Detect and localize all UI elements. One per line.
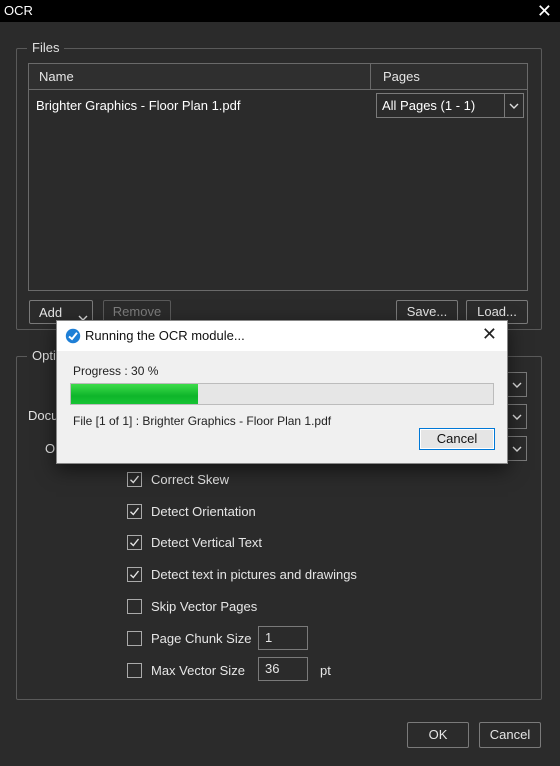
title-bar: OCR ✕ (0, 0, 560, 22)
checkbox-unchecked[interactable] (127, 599, 142, 614)
ok-button-label: OK (428, 727, 448, 742)
progress-dialog: Running the OCR module... ✕ Progress : 3… (56, 320, 508, 464)
option-label: Max Vector Size (151, 663, 245, 678)
progress-cancel-button[interactable]: Cancel (419, 428, 495, 450)
option-label: Skip Vector Pages (151, 599, 258, 614)
file-row-name[interactable]: Brighter Graphics - Floor Plan 1.pdf (36, 98, 240, 113)
option-label: Page Chunk Size (151, 631, 252, 646)
close-icon[interactable]: ✕ (537, 0, 552, 22)
chevron-down-icon (507, 405, 526, 428)
files-legend: Files (27, 40, 65, 55)
progress-dialog-title: Running the OCR module... (85, 328, 245, 343)
load-button-label: Load... (477, 304, 517, 319)
pages-select-value: All Pages (1 - 1) (382, 98, 476, 113)
pages-select[interactable]: All Pages (1 - 1) (376, 93, 524, 118)
option-label: Correct Skew (151, 472, 230, 487)
chevron-down-icon (504, 94, 523, 117)
checkbox-checked[interactable] (127, 472, 142, 487)
progress-text: Progress : 30 % (73, 364, 159, 378)
chevron-down-icon (507, 437, 526, 460)
option-label: Detect text in pictures and drawings (151, 567, 357, 582)
progress-file-text: File [1 of 1] : Brighter Graphics - Floo… (73, 414, 332, 428)
chevron-down-icon (507, 373, 526, 396)
document-label: Docu (28, 408, 59, 423)
checkbox-unchecked[interactable] (127, 663, 142, 678)
cancel-button-label: Cancel (489, 727, 531, 742)
output-label: O (45, 441, 56, 456)
max-vector-size-unit: pt (320, 663, 331, 678)
page-chunk-size-input[interactable]: 1 (258, 626, 308, 650)
checkbox-checked[interactable] (127, 567, 142, 582)
progress-bar-fill (71, 384, 198, 404)
files-table: Name Pages Brighter Graphics - Floor Pla… (28, 63, 528, 291)
checkbox-checked[interactable] (127, 504, 142, 519)
column-divider[interactable] (370, 64, 371, 89)
add-button-label: Add (39, 305, 63, 320)
save-button-label: Save... (406, 304, 448, 319)
column-header-pages[interactable]: Pages (383, 69, 420, 84)
close-icon[interactable]: ✕ (482, 324, 497, 345)
table-header: Name Pages (29, 64, 527, 90)
column-header-name[interactable]: Name (39, 69, 74, 84)
option-label: Detect Orientation (151, 504, 256, 519)
remove-button-label: Remove (112, 304, 162, 319)
progress-dialog-titlebar: Running the OCR module... ✕ (57, 321, 507, 351)
cancel-button[interactable]: Cancel (479, 722, 541, 748)
option-label: Detect Vertical Text (151, 535, 263, 550)
checkbox-unchecked[interactable] (127, 631, 142, 646)
app-logo-icon (65, 328, 81, 347)
progress-cancel-label: Cancel (436, 431, 478, 446)
max-vector-size-input[interactable]: 36 (258, 657, 308, 681)
ok-button[interactable]: OK (407, 722, 469, 748)
progress-bar (70, 383, 494, 405)
window-title: OCR (4, 3, 33, 18)
checkbox-checked[interactable] (127, 535, 142, 550)
